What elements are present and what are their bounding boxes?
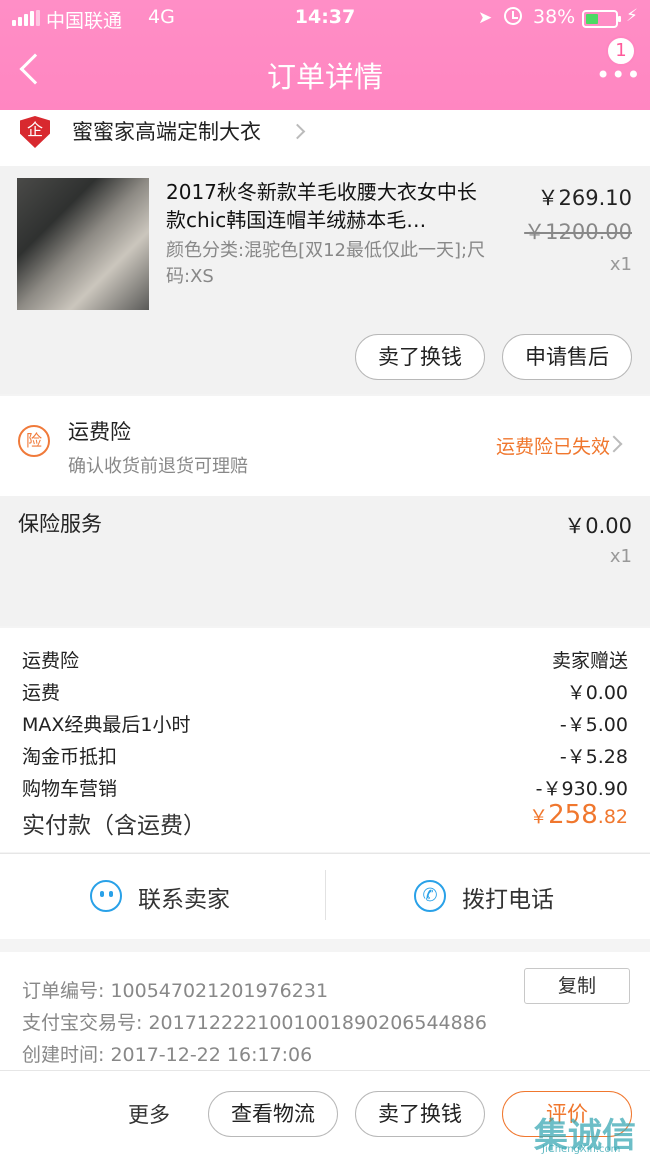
summary-value: -￥930.90 [535, 778, 628, 800]
product-spec: 颜色分类:混驼色[双12最低仅此一天];尺码:XS [166, 240, 486, 287]
order-info: 订单编号: 100547021201976231 支付宝交易号: 2017122… [0, 952, 650, 1070]
summary-value: ￥0.00 [566, 682, 628, 704]
price-summary: 运费险 卖家赠送 运费 ￥0.00 MAX经典最后1小时 -￥5.00 淘金币抵… [0, 628, 650, 852]
contact-bar: 联系卖家 ✆ 拨打电话 [0, 853, 650, 939]
freight-insurance-desc: 确认收货前退货可理赔 [68, 456, 248, 477]
summary-value: 卖家赠送 [551, 650, 628, 672]
view-logistics-button[interactable]: 查看物流 [208, 1091, 338, 1137]
call-phone-button[interactable]: 拨打电话 [462, 880, 554, 914]
more-button[interactable]: 更多 [128, 1099, 170, 1129]
created-time: 创建时间: 2017-12-22 16:17:06 [22, 1044, 313, 1066]
battery-icon [582, 10, 621, 28]
phone-icon: ✆ [414, 880, 446, 912]
total-integer: 258 [548, 800, 598, 830]
insurance-service-title: 保险服务 [18, 512, 102, 536]
product-quantity: x1 [609, 254, 632, 275]
resell-button[interactable]: 卖了换钱 [355, 334, 485, 380]
shop-name[interactable]: 蜜蜜家高端定制大衣 [72, 116, 261, 146]
total-currency: ￥ [529, 806, 549, 828]
insurance-service-quantity: x1 [609, 546, 632, 567]
more-menu-button[interactable]: ••• [596, 63, 641, 87]
freight-insurance-title: 运费险 [68, 420, 131, 444]
insurance-icon: 险 [18, 425, 50, 457]
location-arrow-icon: ➤ [478, 8, 493, 28]
freight-insurance-status[interactable]: 运费险已失效 [496, 432, 610, 459]
top-bar: 中国联通 4G 14:37 ➤ 38% ⚡ 订单详情 ••• 1 [0, 0, 650, 110]
contact-seller-button[interactable]: 联系卖家 [138, 880, 230, 914]
order-number: 订单编号: 100547021201976231 [22, 980, 329, 1002]
summary-label: 购物车营销 [22, 778, 118, 800]
page-title: 订单详情 [266, 60, 383, 94]
copy-button[interactable]: 复制 [524, 968, 630, 1004]
total-cents: .82 [597, 806, 628, 828]
watermark-url: JiChengXin.com [542, 1144, 621, 1155]
chat-smile-icon [90, 880, 122, 912]
after-sales-button[interactable]: 申请售后 [502, 334, 632, 380]
product-title[interactable]: 2017秋冬新款羊毛收腰大衣女中长款chic韩国连帽羊绒赫本毛… [166, 178, 496, 234]
product-image[interactable] [17, 178, 149, 310]
summary-label: MAX经典最后1小时 [22, 714, 191, 736]
shop-header[interactable]: 企 蜜蜜家高端定制大衣 [0, 110, 650, 166]
resell-button-bottom[interactable]: 卖了换钱 [355, 1091, 485, 1137]
summary-label: 运费 [22, 682, 61, 704]
product-item: 2017秋冬新款羊毛收腰大衣女中长款chic韩国连帽羊绒赫本毛… 颜色分类:混驼… [0, 166, 650, 394]
status-bar: 中国联通 4G 14:37 ➤ 38% ⚡ [0, 6, 650, 32]
watermark: 集诚信 JiChengXin.com [534, 1108, 650, 1156]
summary-row: 淘金币抵扣 -￥5.28 [22, 742, 628, 774]
product-original-price: ￥1200.00 [524, 220, 632, 244]
alarm-clock-icon [504, 7, 522, 25]
chevron-right-icon [289, 123, 306, 140]
total-amount: ￥258.82 [529, 800, 628, 830]
total-label: 实付款（含运费） [22, 813, 206, 839]
summary-row: 运费险 卖家赠送 [22, 646, 628, 678]
summary-value: -￥5.00 [559, 714, 628, 736]
total-row: 实付款（含运费） ￥258.82 [22, 800, 628, 839]
enterprise-shield-icon: 企 [20, 116, 50, 148]
insurance-service-price: ￥0.00 [564, 514, 632, 538]
insurance-service-item: 保险服务 ￥0.00 x1 [0, 496, 650, 626]
charging-bolt-icon: ⚡ [626, 6, 638, 26]
summary-value: -￥5.28 [559, 746, 628, 768]
alipay-trade-number: 支付宝交易号: 2017122221001001890206544886 [22, 1012, 487, 1034]
divider [325, 870, 326, 920]
message-count-badge[interactable]: 1 [606, 36, 636, 66]
summary-label: 淘金币抵扣 [22, 746, 118, 768]
battery-percent: 38% [533, 6, 576, 28]
freight-insurance-row[interactable]: 险 运费险 确认收货前退货可理赔 运费险已失效 [0, 396, 650, 496]
product-price: ￥269.10 [537, 186, 632, 210]
summary-row: 运费 ￥0.00 [22, 678, 628, 710]
summary-label: 运费险 [22, 650, 80, 672]
summary-row: MAX经典最后1小时 -￥5.00 [22, 710, 628, 742]
